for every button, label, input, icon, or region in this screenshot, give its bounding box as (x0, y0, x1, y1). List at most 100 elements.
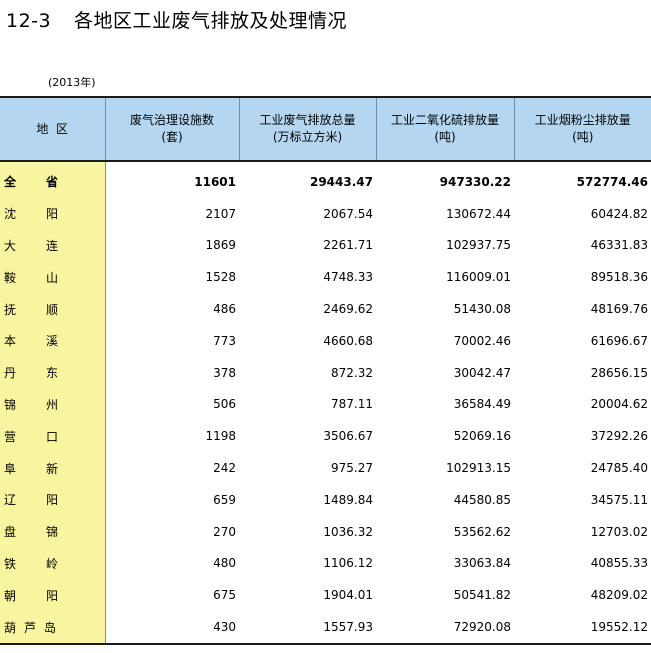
table-row: 朝阳 675 1904.01 50541.82 48209.02 (0, 579, 651, 612)
region-name: 鞍山 (4, 270, 58, 285)
cell-exhaust: 3506.67 (323, 429, 373, 444)
table-row: 盘锦 270 1036.32 53562.62 12703.02 (0, 515, 651, 548)
cell-dust: 48169.76 (590, 302, 648, 317)
region-name: 大连 (4, 238, 58, 253)
region-name: 丹东 (4, 366, 58, 381)
region-name: 营口 (4, 429, 58, 444)
cell-facilities: 1528 (205, 270, 236, 285)
cell-facilities: 11601 (194, 174, 236, 189)
header-so2: 工业二氧化硫排放量 (吨) (375, 96, 514, 162)
region-name: 辽阳 (4, 493, 58, 508)
region-cell: 丹东 (0, 356, 106, 389)
header-dust: 工业烟粉尘排放量 (吨) (513, 96, 651, 162)
table-row: 大连 1869 2261.71 102937.75 46331.83 (0, 229, 651, 262)
cell-dust: 37292.26 (590, 429, 648, 444)
cell-exhaust: 1036.32 (323, 524, 373, 539)
region-cell: 铁岭 (0, 547, 106, 580)
table-number: 12-3 (6, 10, 52, 32)
cell-dust: 48209.02 (590, 588, 648, 603)
cell-facilities: 480 (213, 556, 236, 571)
region-cell: 葫芦岛 (0, 611, 106, 645)
table-row: 抚顺 486 2469.62 51430.08 48169.76 (0, 293, 651, 325)
cell-facilities: 659 (213, 492, 236, 507)
cell-so2: 52069.16 (453, 429, 511, 444)
cell-dust: 46331.83 (590, 238, 648, 253)
region-cell: 辽阳 (0, 483, 106, 516)
cell-dust: 12703.02 (590, 524, 648, 539)
table-title: 12-3 各地区工业废气排放及处理情况 (6, 6, 347, 33)
cell-dust: 34575.11 (590, 492, 648, 507)
cell-dust: 24785.40 (590, 461, 648, 476)
region-name: 铁岭 (4, 556, 58, 571)
cell-facilities: 270 (213, 524, 236, 539)
region-name: 盘锦 (4, 525, 58, 540)
table-row: 本溪 773 4660.68 70002.46 61696.67 (0, 324, 651, 357)
region-cell: 朝阳 (0, 579, 106, 612)
table-row: 铁岭 480 1106.12 33063.84 40855.33 (0, 547, 651, 580)
emissions-table: 地 区 废气治理设施数 (套) 工业废气排放总量 (万标立方米) 工业二氧化硫排放量… (0, 96, 651, 645)
cell-so2: 130672.44 (446, 206, 511, 221)
cell-so2: 50541.82 (453, 588, 511, 603)
cell-exhaust: 1904.01 (323, 588, 373, 603)
region-cell: 鞍山 (0, 261, 106, 294)
cell-so2: 30042.47 (453, 365, 511, 380)
region-name: 锦州 (4, 397, 58, 412)
cell-so2: 72920.08 (376, 611, 514, 645)
cell-exhaust: 787.11 (331, 397, 373, 412)
cell-facilities: 430 (105, 611, 239, 645)
region-name: 本溪 (4, 334, 58, 349)
cell-facilities: 773 (213, 333, 236, 348)
table-row: 锦州 506 787.11 36584.49 20004.62 (0, 388, 651, 421)
cell-dust: 572774.46 (576, 174, 648, 189)
cell-exhaust: 2469.62 (323, 302, 373, 317)
cell-dust: 60424.82 (590, 206, 648, 221)
table-row: 葫芦岛 430 1557.93 72920.08 19552.12 (0, 611, 651, 645)
cell-exhaust: 1557.93 (239, 611, 376, 645)
cell-exhaust: 1106.12 (323, 556, 373, 571)
cell-so2: 51430.08 (453, 302, 511, 317)
cell-so2: 70002.46 (453, 333, 511, 348)
region-cell: 大连 (0, 229, 106, 262)
header-facilities: 废气治理设施数 (套) (104, 96, 239, 162)
cell-dust: 19552.12 (514, 611, 651, 645)
table-row: 阜新 242 975.27 102913.15 24785.40 (0, 452, 651, 484)
cell-exhaust: 4660.68 (323, 333, 373, 348)
region-cell: 营口 (0, 420, 106, 453)
cell-exhaust: 1489.84 (323, 492, 373, 507)
cell-facilities: 242 (213, 461, 236, 476)
table-body: 全省 11601 29443.47 947330.22 572774.46 沈阳 2107 2… (0, 161, 651, 645)
table-row: 沈阳 2107 2067.54 130672.44 60424.82 (0, 197, 651, 230)
table-title-text: 各地区工业废气排放及处理情况 (74, 10, 348, 32)
cell-dust: 40855.33 (590, 556, 648, 571)
cell-facilities: 1869 (205, 238, 236, 253)
region-cell: 本溪 (0, 324, 106, 357)
year-label: (2013年) (48, 76, 96, 89)
cell-facilities: 506 (213, 397, 236, 412)
cell-exhaust: 872.32 (331, 365, 373, 380)
cell-so2: 44580.85 (453, 492, 511, 507)
header-region: 地 区 (0, 96, 105, 162)
cell-exhaust: 29443.47 (309, 174, 373, 189)
region-name: 葫芦岛 (4, 620, 56, 635)
region-cell: 盘锦 (0, 515, 106, 548)
table-row: 辽阳 659 1489.84 44580.85 34575.11 (0, 483, 651, 516)
cell-so2: 102913.15 (446, 461, 511, 476)
cell-dust: 20004.62 (590, 397, 648, 412)
cell-so2: 33063.84 (453, 556, 511, 571)
region-name: 沈阳 (4, 207, 58, 222)
cell-exhaust: 2067.54 (323, 206, 373, 221)
cell-facilities: 1198 (205, 429, 236, 444)
region-cell: 锦州 (0, 388, 106, 421)
cell-facilities: 2107 (205, 206, 236, 221)
cell-dust: 61696.67 (590, 333, 648, 348)
region-name: 全省 (4, 175, 58, 190)
cell-facilities: 378 (213, 365, 236, 380)
cell-so2: 36584.49 (453, 397, 511, 412)
table-row: 鞍山 1528 4748.33 116009.01 89518.36 (0, 261, 651, 294)
cell-facilities: 486 (213, 302, 236, 317)
cell-exhaust: 975.27 (331, 461, 373, 476)
cell-dust: 89518.36 (590, 270, 648, 285)
header-exhaust-total: 工业废气排放总量 (万标立方米) (238, 96, 376, 162)
region-name: 朝阳 (4, 588, 58, 603)
table-row: 丹东 378 872.32 30042.47 28656.15 (0, 356, 651, 389)
